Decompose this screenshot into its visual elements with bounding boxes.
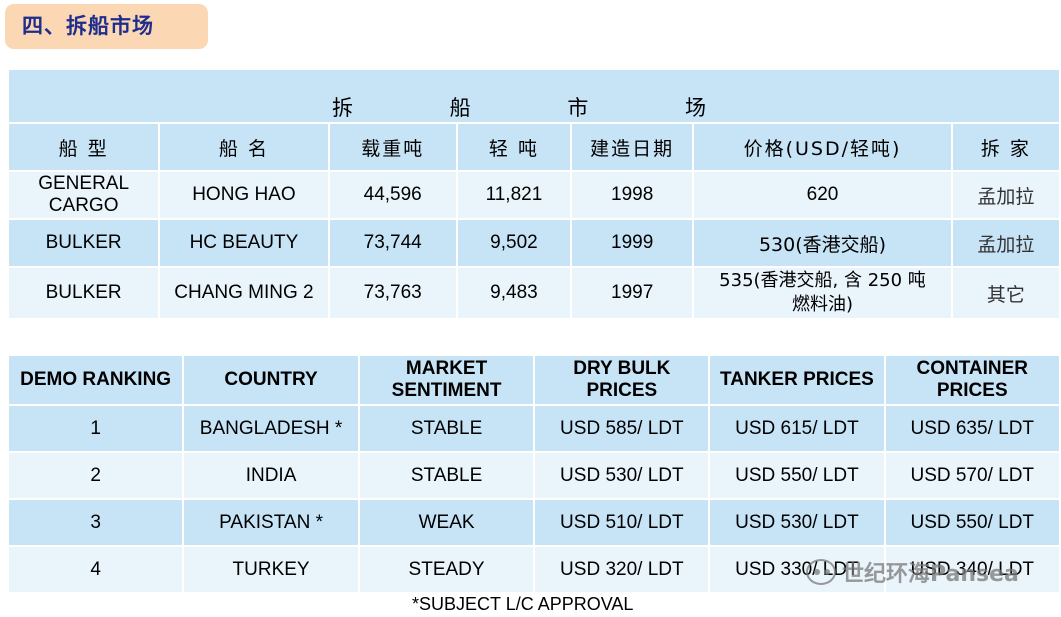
table-title: 拆 船 市 场: [9, 70, 1059, 122]
cell-ship-type: GENERAL CARGO: [9, 172, 159, 218]
cell-sentiment: STABLE: [359, 453, 534, 498]
cell-dry-bulk: USD 530/ LDT: [535, 453, 709, 498]
cell-tanker: USD 550/ LDT: [710, 453, 884, 498]
table-header-row: 船 型 船 名 载重吨 轻 吨 建造日期 价格(USD/轻吨) 拆 家: [9, 124, 1059, 170]
cell-dry-bulk: USD 510/ LDT: [535, 500, 709, 545]
cell-ldt: 11,821: [457, 172, 571, 218]
cell-ldt: 9,502: [457, 220, 571, 266]
cell-sentiment: STEADY: [359, 547, 534, 592]
col-ldt: 轻 吨: [457, 124, 571, 170]
cell-ship-name: HC BEAUTY: [160, 220, 328, 266]
table-row: BULKER HC BEAUTY 73,744 9,502 1999 530(香…: [9, 220, 1059, 266]
col-buyer: 拆 家: [952, 124, 1059, 170]
table-row: 1 BANGLADESH * STABLE USD 585/ LDT USD 6…: [9, 406, 1059, 451]
col-ship-name: 船 名: [160, 124, 328, 170]
cell-ship-type: BULKER: [9, 220, 159, 266]
cell-rank: 2: [9, 453, 183, 498]
col-dry-bulk-prices: DRY BULK PRICES: [535, 356, 709, 404]
cell-country: TURKEY: [184, 547, 358, 592]
cell-buyer: 其它: [952, 268, 1059, 318]
table-row: 2 INDIA STABLE USD 530/ LDT USD 550/ LDT…: [9, 453, 1059, 498]
cell-price: 530(香港交船): [694, 220, 951, 266]
cell-built: 1997: [572, 268, 693, 318]
cell-dry-bulk: USD 585/ LDT: [535, 406, 709, 451]
wechat-icon: [806, 559, 836, 585]
footnote: *SUBJECT L/C APPROVAL: [412, 594, 634, 614]
col-container-prices: CONTAINER PRICES: [885, 356, 1059, 404]
cell-country: INDIA: [184, 453, 358, 498]
cell-tanker: USD 530/ LDT: [710, 500, 884, 545]
cell-dwt: 73,744: [329, 220, 456, 266]
table-header-row: DEMO RANKING COUNTRY MARKET SENTIMENT DR…: [9, 356, 1059, 404]
cell-country: PAKISTAN *: [184, 500, 358, 545]
table-row: BULKER CHANG MING 2 73,763 9,483 1997 53…: [9, 268, 1059, 318]
cell-container: USD 570/ LDT: [885, 453, 1059, 498]
cell-rank: 1: [9, 406, 183, 451]
cell-tanker: USD 615/ LDT: [710, 406, 884, 451]
col-ship-type: 船 型: [9, 124, 159, 170]
cell-sentiment: STABLE: [359, 406, 534, 451]
cell-dry-bulk: USD 320/ LDT: [535, 547, 709, 592]
col-price: 价格(USD/轻吨): [694, 124, 951, 170]
col-demo-ranking: DEMO RANKING: [9, 356, 183, 404]
cell-rank: 3: [9, 500, 183, 545]
cell-built: 1998: [572, 172, 693, 218]
col-market-sentiment: MARKET SENTIMENT: [359, 356, 534, 404]
ship-demolition-table: 拆 船 市 场 船 型 船 名 载重吨 轻 吨 建造日期 价格(USD/轻吨) …: [7, 68, 1061, 320]
cell-ship-name: CHANG MING 2: [160, 268, 328, 318]
cell-ldt: 9,483: [457, 268, 571, 318]
cell-price: 620: [694, 172, 951, 218]
cell-sentiment: WEAK: [359, 500, 534, 545]
cell-container: USD 550/ LDT: [885, 500, 1059, 545]
watermark-text: 世纪环海Pansea: [842, 562, 1019, 587]
col-built: 建造日期: [572, 124, 693, 170]
cell-buyer: 孟加拉: [952, 172, 1059, 218]
cell-price: 535(香港交船, 含 250 吨燃料油): [694, 268, 951, 318]
col-dwt: 载重吨: [329, 124, 456, 170]
watermark: 世纪环海Pansea: [806, 554, 1046, 590]
cell-buyer: 孟加拉: [952, 220, 1059, 266]
cell-container: USD 635/ LDT: [885, 406, 1059, 451]
cell-built: 1999: [572, 220, 693, 266]
section-title: 四、拆船市场: [5, 4, 208, 49]
cell-dwt: 44,596: [329, 172, 456, 218]
col-tanker-prices: TANKER PRICES: [710, 356, 884, 404]
cell-ship-type: BULKER: [9, 268, 159, 318]
cell-country: BANGLADESH *: [184, 406, 358, 451]
cell-rank: 4: [9, 547, 183, 592]
cell-dwt: 73,763: [329, 268, 456, 318]
table-row: GENERAL CARGO HONG HAO 44,596 11,821 199…: [9, 172, 1059, 218]
table-row: 3 PAKISTAN * WEAK USD 510/ LDT USD 530/ …: [9, 500, 1059, 545]
cell-ship-name: HONG HAO: [160, 172, 328, 218]
col-country: COUNTRY: [184, 356, 358, 404]
